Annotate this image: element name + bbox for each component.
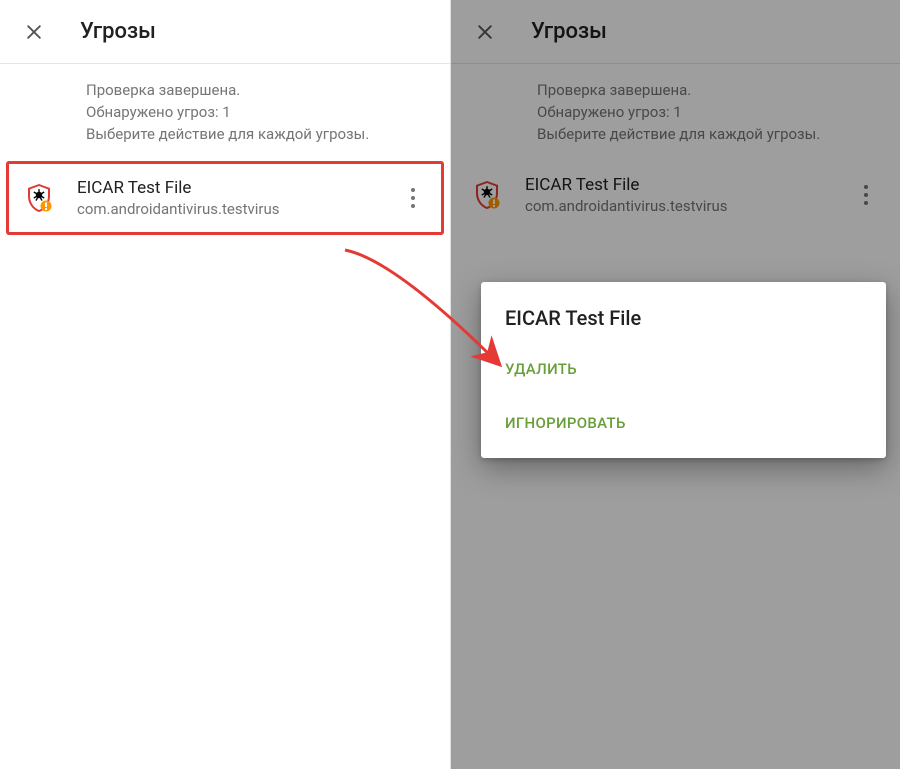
popup-title: EICAR Test File bbox=[481, 306, 886, 342]
summary-line: Проверка завершена. bbox=[86, 80, 430, 102]
more-options-button[interactable] bbox=[399, 184, 427, 212]
threat-shield-icon bbox=[471, 179, 503, 211]
close-icon bbox=[475, 22, 495, 42]
summary-line: Обнаружено угроз: 1 bbox=[537, 102, 880, 124]
close-button[interactable] bbox=[471, 18, 499, 46]
close-button[interactable] bbox=[20, 18, 48, 46]
delete-action[interactable]: УДАЛИТЬ bbox=[481, 342, 886, 396]
threat-text: EICAR Test File com.androidantivirus.tes… bbox=[77, 178, 399, 218]
ignore-action[interactable]: ИГНОРИРОВАТЬ bbox=[481, 396, 886, 450]
threat-shield-icon bbox=[23, 182, 55, 214]
header: Угрозы bbox=[0, 0, 450, 64]
threat-list-item[interactable]: EICAR Test File com.androidantivirus.tes… bbox=[457, 161, 894, 229]
scan-summary: Проверка завершена. Обнаружено угроз: 1 … bbox=[0, 64, 450, 161]
scan-summary: Проверка завершена. Обнаружено угроз: 1 … bbox=[451, 64, 900, 161]
dots-icon bbox=[864, 185, 868, 189]
close-icon bbox=[24, 22, 44, 42]
more-options-button[interactable] bbox=[852, 181, 880, 209]
threat-package: com.androidantivirus.testvirus bbox=[525, 197, 852, 215]
threat-name: EICAR Test File bbox=[525, 175, 852, 195]
summary-line: Выберите действие для каждой угрозы. bbox=[537, 124, 880, 146]
threat-text: EICAR Test File com.androidantivirus.tes… bbox=[525, 175, 852, 215]
threat-package: com.androidantivirus.testvirus bbox=[77, 200, 399, 218]
dots-icon bbox=[411, 188, 415, 192]
summary-line: Обнаружено угроз: 1 bbox=[86, 102, 430, 124]
threat-actions-popup: EICAR Test File УДАЛИТЬ ИГНОРИРОВАТЬ bbox=[481, 282, 886, 458]
page-title: Угрозы bbox=[531, 19, 607, 44]
threat-list-item[interactable]: EICAR Test File com.androidantivirus.tes… bbox=[6, 161, 444, 235]
panel-before: Угрозы Проверка завершена. Обнаружено уг… bbox=[0, 0, 450, 769]
summary-line: Проверка завершена. bbox=[537, 80, 880, 102]
header: Угрозы bbox=[451, 0, 900, 64]
page-title: Угрозы bbox=[80, 19, 156, 44]
panel-after: Угрозы Проверка завершена. Обнаружено уг… bbox=[450, 0, 900, 769]
threat-name: EICAR Test File bbox=[77, 178, 399, 198]
summary-line: Выберите действие для каждой угрозы. bbox=[86, 124, 430, 146]
